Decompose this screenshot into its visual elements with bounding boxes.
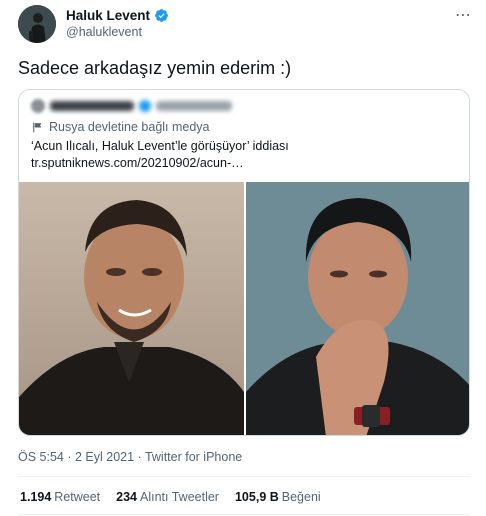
- tweet-stats: 1.194 Retweet 234 Alıntı Tweetler 105,9 BB…: [20, 490, 321, 504]
- more-options-icon[interactable]: ⋯: [455, 5, 472, 25]
- tweet-text: Sadece arkadaşız yemin ederim :): [18, 58, 292, 78]
- quoted-avatar-blurred: [31, 99, 45, 113]
- quoted-media[interactable]: [19, 182, 469, 435]
- likes-stat[interactable]: 105,9 B Beğeni: [235, 490, 321, 504]
- tweet: Haluk Levent @haluklevent ⋯ Sadece arkad…: [0, 0, 486, 516]
- quoted-name-blurred: [50, 101, 134, 111]
- verified-badge-icon: [155, 9, 168, 22]
- divider-bottom: [18, 514, 470, 515]
- retweets-label: Retweet: [54, 490, 101, 504]
- retweets-stat[interactable]: 1.194 Retweet: [20, 490, 100, 504]
- avatar[interactable]: [18, 5, 56, 43]
- state-media-label[interactable]: Rusya devletine bağlı medya: [31, 120, 210, 134]
- tweet-source-app[interactable]: Twitter for iPhone: [145, 450, 242, 464]
- state-media-text: Rusya devletine bağlı medya: [49, 120, 210, 134]
- quote-tweets-count: 234: [116, 490, 137, 504]
- tweet-meta: ÖS 5:54 · 2 Eyl 2021 · Twitter for iPhon…: [18, 450, 242, 464]
- tweet-date[interactable]: 2 Eyl 2021: [75, 450, 134, 464]
- quoted-link-title: ‘Acun Ilıcalı, Haluk Levent’le görüşüyor…: [31, 139, 289, 153]
- quoted-handle-blurred: [156, 101, 232, 111]
- author-handle[interactable]: @haluklevent: [66, 25, 142, 39]
- quoted-verified-blurred: [139, 100, 151, 112]
- quoted-tweet-card[interactable]: Rusya devletine bağlı medya ‘Acun Ilıcal…: [18, 89, 470, 436]
- retweets-count: 1.194: [20, 490, 52, 504]
- likes-label: Beğeni: [281, 490, 321, 504]
- divider: [18, 476, 470, 477]
- tweet-time[interactable]: ÖS 5:54: [18, 450, 64, 464]
- state-media-flag-icon: [33, 122, 42, 132]
- meta-separator-2: ·: [134, 450, 145, 464]
- quoted-photo-right[interactable]: [246, 182, 469, 435]
- author-name-row[interactable]: Haluk Levent: [66, 8, 169, 23]
- quote-tweets-stat[interactable]: 234 Alıntı Tweetler: [116, 490, 219, 504]
- quoted-author-blurred: [31, 99, 232, 113]
- meta-separator: ·: [63, 450, 75, 464]
- quoted-photo-left[interactable]: [19, 182, 244, 435]
- quoted-link-url[interactable]: tr.sputniknews.com/20210902/acun-…: [31, 156, 244, 170]
- likes-count: 105,9 B: [234, 490, 279, 504]
- quote-tweets-label: Alıntı Tweetler: [140, 490, 219, 504]
- display-name[interactable]: Haluk Levent: [66, 8, 150, 23]
